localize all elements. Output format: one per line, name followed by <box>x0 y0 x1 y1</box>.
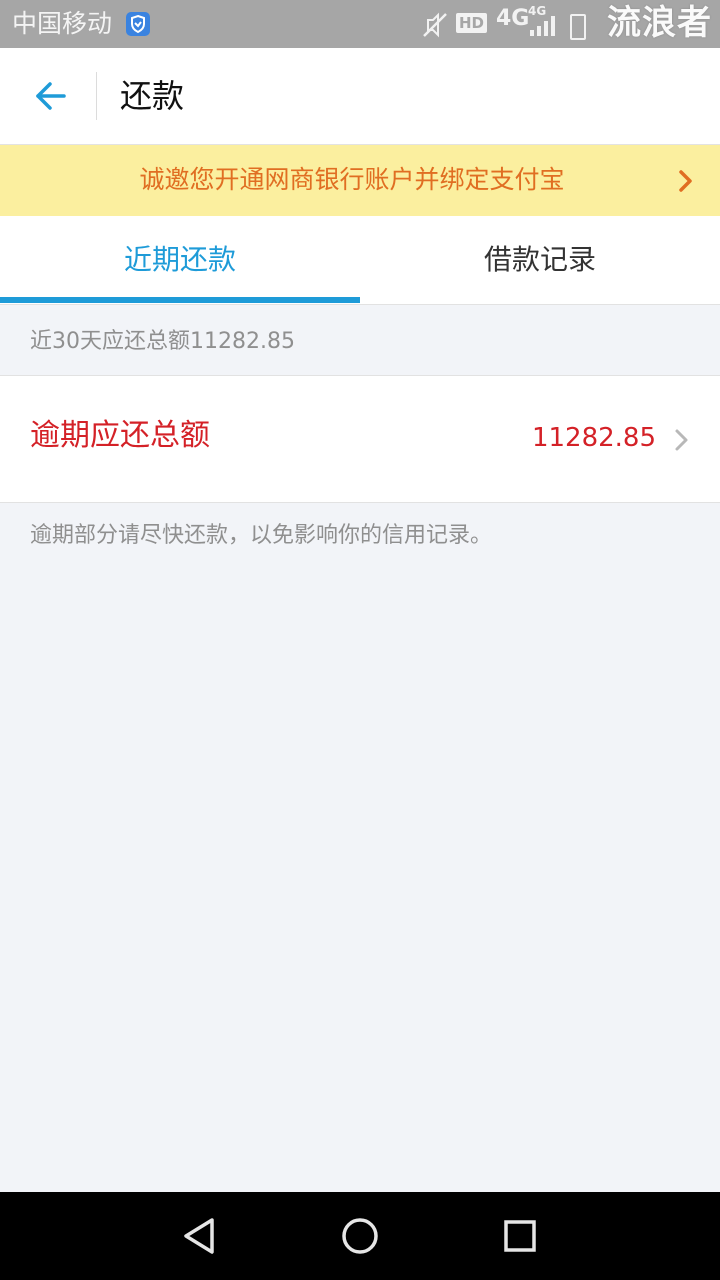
signal-icon <box>530 16 555 36</box>
tab-loan-records[interactable]: 借款记录 <box>360 216 720 304</box>
home-circle-icon[interactable] <box>338 1214 382 1258</box>
mute-icon <box>423 12 447 38</box>
banner-text: 诚邀您开通网商银行账户并绑定支付宝 <box>139 165 565 194</box>
back-triangle-icon[interactable] <box>178 1214 222 1258</box>
status-bar: 中国移动 HD 4G 4G 流浪者 <box>0 0 720 48</box>
chevron-right-icon <box>675 429 688 451</box>
app-bar: 还款 <box>0 48 720 145</box>
network-type: 4G <box>496 6 530 31</box>
overdue-amount: 11282.85 <box>531 423 656 453</box>
tab-bar: 近期还款 借款记录 <box>0 216 720 305</box>
overdue-notice: 逾期部分请尽快还款，以免影响你的信用记录。 <box>30 523 493 548</box>
status-icons: HD 4G 4G 流浪者 <box>420 0 720 48</box>
tab-recent-repayment[interactable]: 近期还款 <box>0 216 360 304</box>
overdue-total-row[interactable]: 逾期应还总额 11282.85 <box>0 375 720 503</box>
recents-square-icon[interactable] <box>498 1214 542 1258</box>
thirty-day-summary: 近30天应还总额11282.85 <box>30 329 295 354</box>
overdue-label: 逾期应还总额 <box>30 418 210 453</box>
watermark: 流浪者 <box>607 3 712 43</box>
hd-badge: HD <box>456 13 488 33</box>
active-tab-indicator <box>0 297 360 303</box>
promo-banner[interactable]: 诚邀您开通网商银行账户并绑定支付宝 <box>0 145 720 216</box>
carrier-name: 中国移动 <box>12 9 113 38</box>
back-button[interactable] <box>22 72 76 120</box>
header-divider <box>96 72 97 120</box>
page-title: 还款 <box>120 77 185 115</box>
battery-icon <box>570 14 586 40</box>
system-nav-bar <box>0 1192 720 1280</box>
shield-icon <box>126 12 150 36</box>
arrow-left-icon <box>36 82 66 110</box>
chevron-right-icon <box>679 170 692 192</box>
